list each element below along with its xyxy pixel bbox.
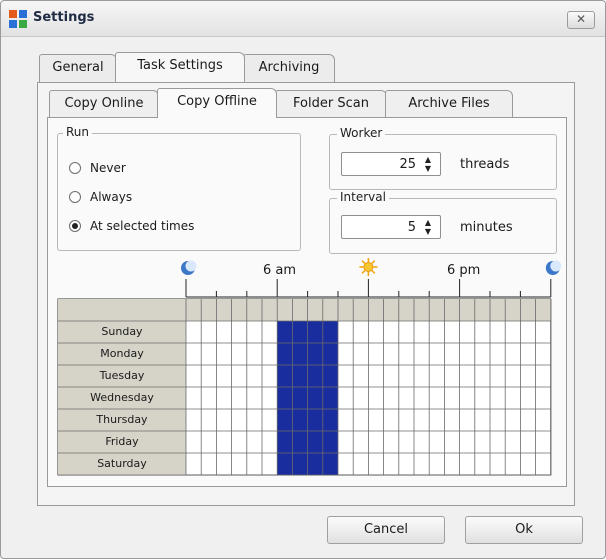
tab-copy-offline[interactable]: Copy Offline: [157, 88, 277, 118]
selected-cell: [307, 431, 323, 453]
selected-cell: [307, 343, 323, 365]
sun-icon: [359, 258, 378, 276]
ok-button[interactable]: Ok: [465, 516, 583, 544]
selected-cell: [292, 453, 308, 475]
day-label-monday[interactable]: Monday: [59, 343, 185, 365]
selected-cell: [292, 365, 308, 387]
selected-cell: [292, 431, 308, 453]
selected-cell: [322, 453, 338, 475]
schedule-svg: [57, 258, 562, 476]
day-label-saturday[interactable]: Saturday: [59, 453, 185, 475]
selected-cell: [307, 453, 323, 475]
selected-cell: [277, 343, 293, 365]
selected-cell: [277, 431, 293, 453]
selected-cell: [292, 409, 308, 431]
time-label-6am: 6 am: [263, 263, 297, 278]
settings-window: Settings ✕ General Task Settings Archivi…: [0, 0, 606, 559]
selected-cell: [322, 387, 338, 409]
tab-task-settings-label: Task Settings: [137, 58, 223, 73]
selected-cell: [277, 387, 293, 409]
tab-task-settings[interactable]: Task Settings: [115, 52, 245, 82]
selected-cell: [292, 387, 308, 409]
time-axis: [181, 258, 562, 298]
moon-icon: [181, 260, 197, 275]
day-label-wednesday[interactable]: Wednesday: [59, 387, 185, 409]
cancel-button[interactable]: Cancel: [327, 516, 445, 544]
selected-cell: [277, 409, 293, 431]
selected-cell: [322, 343, 338, 365]
day-label-thursday[interactable]: Thursday: [59, 409, 185, 431]
day-label-sunday[interactable]: Sunday: [59, 321, 185, 343]
selected-cell: [277, 365, 293, 387]
selected-cell: [307, 387, 323, 409]
selected-cell: [292, 321, 308, 343]
selected-cell: [292, 343, 308, 365]
selected-cell: [307, 321, 323, 343]
selected-cell: [322, 431, 338, 453]
selected-cell: [307, 409, 323, 431]
time-label-6pm: 6 pm: [447, 263, 481, 278]
selected-cell: [322, 365, 338, 387]
selected-cell: [277, 453, 293, 475]
selected-cell: [307, 365, 323, 387]
day-label-friday[interactable]: Friday: [59, 431, 185, 453]
moon-icon: [545, 260, 562, 275]
tab-copy-offline-label: Copy Offline: [177, 94, 257, 109]
selected-cell: [322, 409, 338, 431]
selected-cell: [322, 321, 338, 343]
grid-header: [58, 299, 551, 321]
day-label-tuesday[interactable]: Tuesday: [59, 365, 185, 387]
selected-cell: [277, 321, 293, 343]
